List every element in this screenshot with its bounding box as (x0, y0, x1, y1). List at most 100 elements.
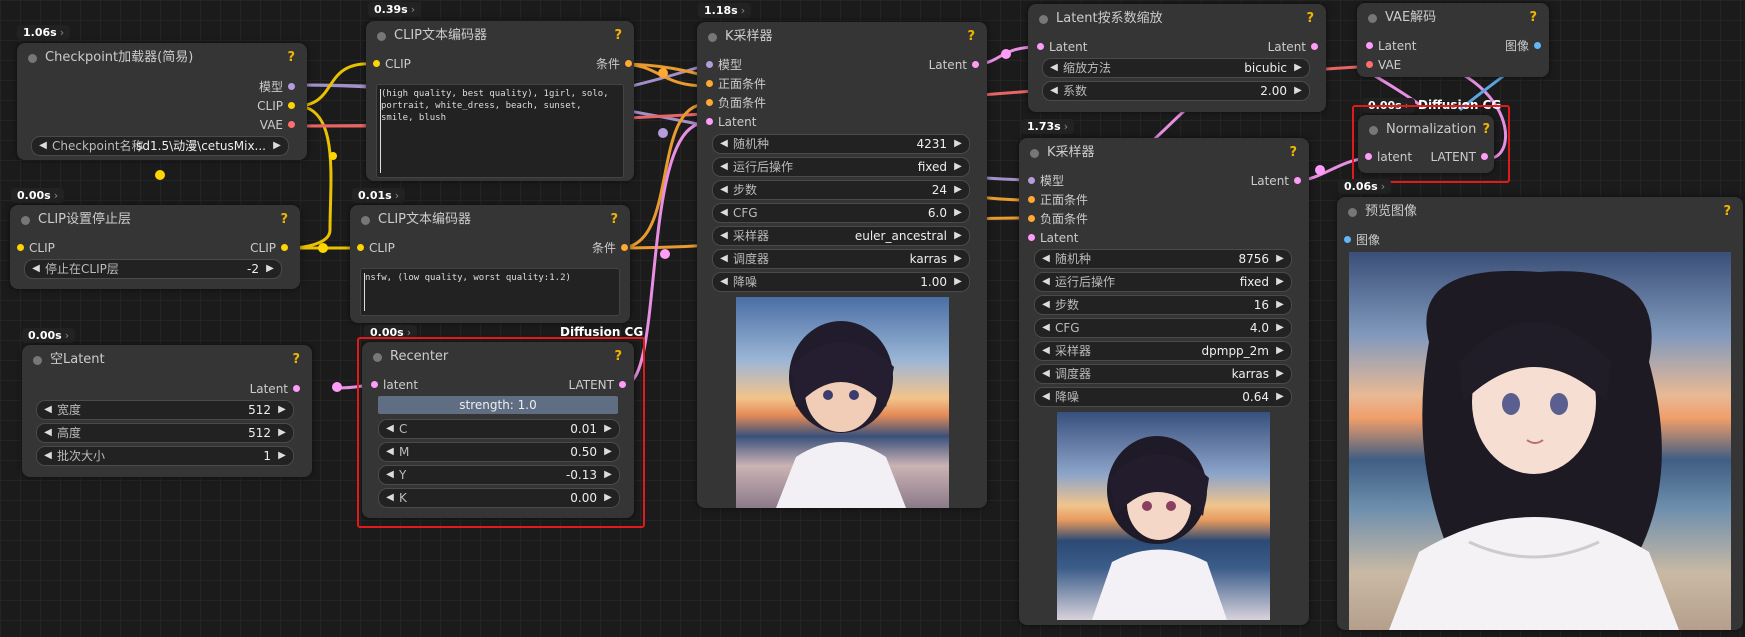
right-arrow-icon[interactable]: ▶ (1273, 250, 1287, 268)
socket-icon[interactable] (706, 118, 713, 125)
socket-icon[interactable] (293, 385, 300, 392)
socket-icon[interactable] (621, 244, 628, 251)
output-latent[interactable]: Latent (1251, 172, 1301, 190)
socket-icon[interactable] (1344, 236, 1351, 243)
help-icon[interactable]: ? (287, 43, 295, 73)
left-arrow-icon[interactable]: ◀ (1047, 59, 1061, 77)
help-icon[interactable]: ? (610, 205, 618, 235)
help-icon[interactable]: ? (1529, 3, 1537, 33)
node-title[interactable]: 预览图像? (1337, 197, 1743, 227)
node-title[interactable]: Checkpoint加载器(简易)? (17, 43, 307, 73)
input-positive[interactable]: 正面条件 (1028, 191, 1088, 209)
left-arrow-icon[interactable]: ◀ (717, 273, 731, 291)
collapse-dot-icon[interactable] (1368, 14, 1377, 23)
collapse-dot-icon[interactable] (33, 356, 42, 365)
left-arrow-icon[interactable]: ◀ (1039, 250, 1053, 268)
output-vae[interactable]: VAE (260, 116, 295, 134)
left-arrow-icon[interactable]: ◀ (41, 424, 55, 442)
socket-icon[interactable] (1366, 61, 1373, 68)
left-arrow-icon[interactable]: ◀ (1039, 388, 1053, 406)
socket-icon[interactable] (288, 83, 295, 90)
output-latent[interactable]: Latent (250, 380, 300, 398)
seed-widget[interactable]: ◀ 随机种 4231 ▶ (712, 134, 970, 154)
collapse-dot-icon[interactable] (1030, 149, 1039, 158)
left-arrow-icon[interactable]: ◀ (1039, 273, 1053, 291)
collapse-dot-icon[interactable] (708, 33, 717, 42)
right-arrow-icon[interactable]: ▶ (270, 137, 284, 155)
sampler-widget[interactable]: ◀ 采样器 euler_ancestral ▶ (712, 226, 970, 246)
help-icon[interactable]: ? (614, 21, 622, 51)
socket-icon[interactable] (1028, 234, 1035, 241)
preview-image-node[interactable]: 预览图像? 图像 (1337, 197, 1743, 630)
right-arrow-icon[interactable]: ▶ (1273, 365, 1287, 383)
scheduler-widget[interactable]: ◀ 调度器 karras ▶ (712, 249, 970, 269)
clip-text-encode-negative-node[interactable]: CLIP文本编码器? CLIP 条件 nsfw, (low quality, w… (350, 205, 630, 323)
socket-icon[interactable] (1294, 177, 1301, 184)
right-arrow-icon[interactable]: ▶ (1291, 82, 1305, 100)
right-arrow-icon[interactable]: ▶ (263, 260, 277, 278)
output-latent[interactable]: Latent (1268, 38, 1318, 56)
collapse-dot-icon[interactable] (21, 216, 30, 225)
socket-icon[interactable] (288, 102, 295, 109)
input-negative[interactable]: 负面条件 (1028, 210, 1088, 228)
help-icon[interactable]: ? (1306, 4, 1314, 34)
left-arrow-icon[interactable]: ◀ (717, 204, 731, 222)
left-arrow-icon[interactable]: ◀ (1039, 319, 1053, 337)
left-arrow-icon[interactable]: ◀ (41, 447, 55, 465)
right-arrow-icon[interactable]: ▶ (1273, 388, 1287, 406)
steps-widget[interactable]: ◀ 步数 24 ▶ (712, 180, 970, 200)
ckpt-name-widget[interactable]: ◀ Checkpoint名称 sd1.5\动漫\cetusMix... ▶ (31, 136, 289, 156)
collapse-dot-icon[interactable] (377, 32, 386, 41)
input-clip[interactable]: CLIP (17, 239, 55, 257)
node-title[interactable]: K采样器? (697, 22, 987, 52)
clip-text-encode-positive-node[interactable]: CLIP文本编码器? CLIP 条件 (high quality, best q… (366, 21, 634, 181)
output-clip[interactable]: CLIP (250, 239, 288, 257)
denoise-widget[interactable]: ◀ 降噪 1.00 ▶ (712, 272, 970, 292)
input-model[interactable]: 模型 (1028, 172, 1064, 190)
output-model[interactable]: 模型 (259, 78, 295, 96)
node-title[interactable]: Latent按系数缩放? (1028, 4, 1326, 34)
right-arrow-icon[interactable]: ▶ (1273, 296, 1287, 314)
right-arrow-icon[interactable]: ▶ (1273, 319, 1287, 337)
node-title[interactable]: CLIP文本编码器? (366, 21, 634, 51)
left-arrow-icon[interactable]: ◀ (1047, 82, 1061, 100)
socket-icon[interactable] (706, 99, 713, 106)
socket-icon[interactable] (1028, 177, 1035, 184)
checkpoint-loader-node[interactable]: Checkpoint加载器(简易)? 模型 CLIP VAE ◀ Checkpoi… (17, 43, 307, 160)
socket-icon[interactable] (288, 121, 295, 128)
socket-icon[interactable] (357, 244, 364, 251)
ksampler-node-2[interactable]: K采样器? 模型 正面条件 负面条件 Latent Latent ◀ 随机种 875… (1019, 138, 1309, 625)
help-icon[interactable]: ? (292, 345, 300, 375)
node-title[interactable]: VAE解码? (1357, 3, 1549, 33)
right-arrow-icon[interactable]: ▶ (951, 273, 965, 291)
input-negative[interactable]: 负面条件 (706, 94, 766, 112)
socket-icon[interactable] (1311, 43, 1318, 50)
input-latent[interactable]: Latent (1366, 37, 1416, 55)
input-clip[interactable]: CLIP (357, 239, 395, 257)
socket-icon[interactable] (1037, 43, 1044, 50)
socket-icon[interactable] (1028, 196, 1035, 203)
collapse-dot-icon[interactable] (1348, 208, 1357, 217)
output-image[interactable]: 图像 (1505, 37, 1541, 55)
left-arrow-icon[interactable]: ◀ (29, 260, 43, 278)
input-image[interactable]: 图像 (1344, 231, 1380, 249)
collapse-dot-icon[interactable] (361, 216, 370, 225)
width-widget[interactable]: ◀ 宽度 512 ▶ (36, 400, 294, 420)
socket-icon[interactable] (1028, 215, 1035, 222)
height-widget[interactable]: ◀ 高度 512 ▶ (36, 423, 294, 443)
input-latent[interactable]: Latent (706, 113, 756, 131)
collapse-dot-icon[interactable] (1039, 15, 1048, 24)
left-arrow-icon[interactable]: ◀ (1039, 365, 1053, 383)
right-arrow-icon[interactable]: ▶ (951, 181, 965, 199)
right-arrow-icon[interactable]: ▶ (951, 227, 965, 245)
left-arrow-icon[interactable]: ◀ (717, 181, 731, 199)
denoise-widget[interactable]: ◀ 降噪 0.64 ▶ (1034, 387, 1292, 407)
left-arrow-icon[interactable]: ◀ (717, 250, 731, 268)
help-icon[interactable]: ? (280, 205, 288, 235)
cfg-widget[interactable]: ◀ CFG 6.0 ▶ (712, 203, 970, 223)
output-conditioning[interactable]: 条件 (596, 55, 632, 73)
stop-at-layer-widget[interactable]: ◀ 停止在CLIP层 -2 ▶ (24, 259, 282, 279)
scale-by-widget[interactable]: ◀ 系数 2.00 ▶ (1042, 81, 1310, 101)
input-clip[interactable]: CLIP (373, 55, 411, 73)
help-icon[interactable]: ? (1289, 138, 1297, 168)
